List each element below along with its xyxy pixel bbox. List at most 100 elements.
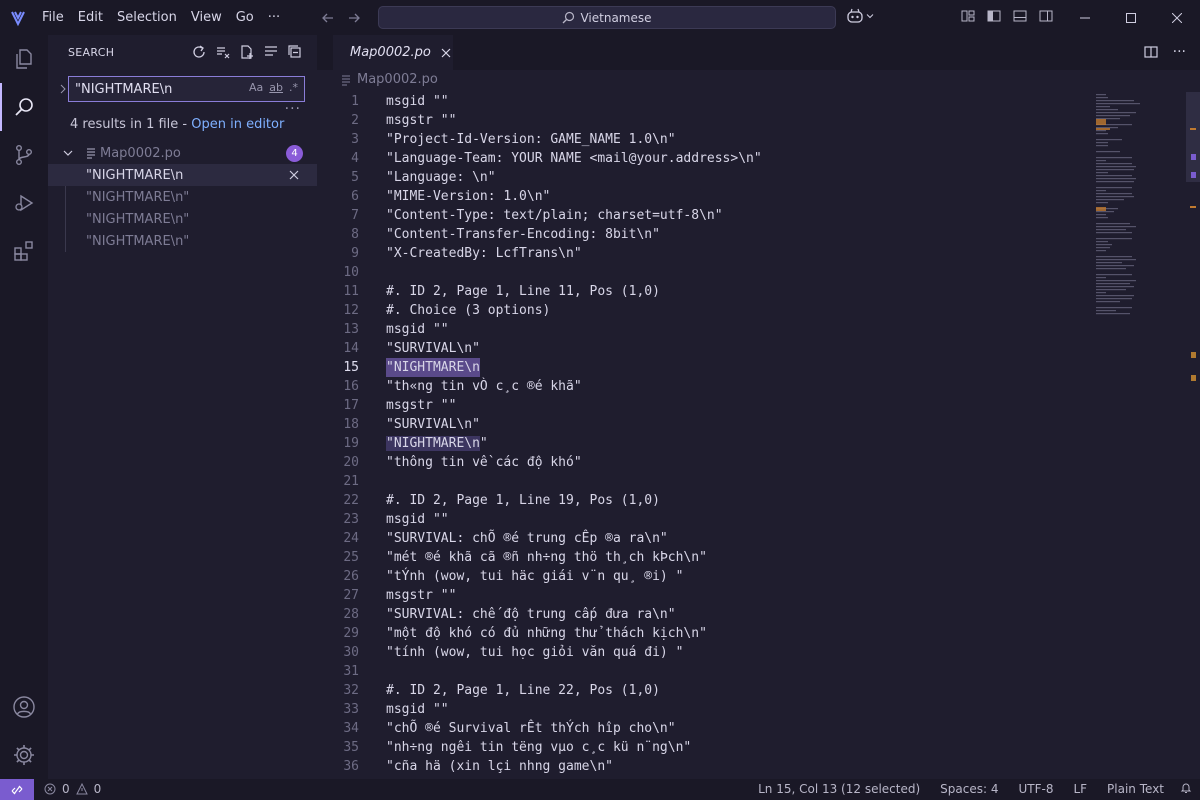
search-match-item[interactable]: "NIGHTMARE\n" xyxy=(48,230,317,252)
code-line[interactable]: 14 "SURVIVAL\n" xyxy=(317,339,1097,358)
menu-file[interactable]: File xyxy=(35,0,71,35)
code-line[interactable]: 36 "cña hä (xin lçi nhng game\n" xyxy=(317,757,1097,776)
code-line[interactable]: 28 "SURVIVAL: chế độ trung cấp đưa ra\n" xyxy=(317,605,1097,624)
more-actions-button[interactable]: ··· xyxy=(1173,44,1186,60)
code-line[interactable]: 15 "NIGHTMARE\n xyxy=(317,358,1097,377)
clear-results-icon[interactable] xyxy=(215,44,231,60)
split-editor-icon[interactable] xyxy=(1143,44,1159,60)
code-line[interactable]: 18 "SURVIVAL\n" xyxy=(317,415,1097,434)
problems-indicator[interactable]: 0 0 xyxy=(44,782,101,796)
line-number: 13 xyxy=(343,322,359,337)
code-line[interactable]: 10 xyxy=(317,263,1097,282)
code-line[interactable]: 8 "Content-Transfer-Encoding: 8bit\n" xyxy=(317,225,1097,244)
code-line[interactable]: 35 "nh÷ng ngêi tin tëng vµo c¸c kü n¨ng\n… xyxy=(317,738,1097,757)
search-match-item[interactable]: "NIGHTMARE\n" xyxy=(48,208,317,230)
menu-selection[interactable]: Selection xyxy=(110,0,184,35)
code-line[interactable]: 33 msgid "" xyxy=(317,700,1097,719)
minimize-button[interactable] xyxy=(1062,0,1108,35)
code-line[interactable]: 30 "tính (wow, tui học giỏi văn quá đi) " xyxy=(317,643,1097,662)
code-line[interactable]: 19 "NIGHTMARE\n" xyxy=(317,434,1097,453)
code-line[interactable]: 16 "th«ng tin vÒ c¸c ®é khã" xyxy=(317,377,1097,396)
search-match-item[interactable]: "NIGHTMARE\n" xyxy=(48,186,317,208)
collapse-all-icon[interactable] xyxy=(287,44,303,60)
source-control-button[interactable] xyxy=(0,131,48,179)
code-line[interactable]: 12 #. Choice (3 options) xyxy=(317,301,1097,320)
language-mode[interactable]: Plain Text xyxy=(1097,782,1174,797)
code-line[interactable]: 34 "chÕ ®é Survival rÊt thÝch hîp cho\n" xyxy=(317,719,1097,738)
tab-map0002[interactable]: Map0002.po xyxy=(333,35,453,70)
result-file-name: Map0002.po xyxy=(100,145,181,161)
code-line[interactable]: 23 msgid "" xyxy=(317,510,1097,529)
close-tab-icon[interactable] xyxy=(441,48,451,58)
forward-arrow-icon[interactable] xyxy=(346,10,362,26)
search-view-button[interactable] xyxy=(0,83,48,131)
code-line[interactable]: 13 msgid "" xyxy=(317,320,1097,339)
customize-layout-icon[interactable] xyxy=(960,8,976,24)
match-text: "NIGHTMARE\n" xyxy=(86,211,190,227)
code-line[interactable]: 24 "SURVIVAL: chÕ ®é trung cÊp ®a ra\n" xyxy=(317,529,1097,548)
toggle-primary-sidebar-icon[interactable] xyxy=(986,8,1002,24)
code-line[interactable]: 20 "thông tin về các độ khó" xyxy=(317,453,1097,472)
code-line[interactable]: 27 msgstr "" xyxy=(317,586,1097,605)
run-debug-button[interactable] xyxy=(0,179,48,227)
code-line[interactable]: 9 "X-CreatedBy: LcfTrans\n" xyxy=(317,244,1097,263)
use-regex-toggle[interactable]: .* xyxy=(289,81,298,94)
new-search-editor-icon[interactable] xyxy=(239,44,255,60)
menu-edit[interactable]: Edit xyxy=(71,0,110,35)
line-number: 23 xyxy=(343,512,359,527)
search-input[interactable]: "NIGHTMARE\n Aa ab .* xyxy=(68,76,305,102)
code-line[interactable]: 29 "một độ khó có đủ những thử thách kịch… xyxy=(317,624,1097,643)
extensions-button[interactable] xyxy=(0,227,48,275)
code-line[interactable]: 6 "MIME-Version: 1.0\n" xyxy=(317,187,1097,206)
toggle-secondary-sidebar-icon[interactable] xyxy=(1038,8,1054,24)
encoding[interactable]: UTF-8 xyxy=(1008,782,1063,797)
refresh-icon[interactable] xyxy=(191,44,207,60)
view-as-tree-icon[interactable] xyxy=(263,44,279,60)
code-line[interactable]: 1 msgid "" xyxy=(317,92,1097,111)
indentation[interactable]: Spaces: 4 xyxy=(930,782,1008,797)
open-in-editor-link[interactable]: Open in editor xyxy=(191,117,284,132)
match-case-toggle[interactable]: Aa xyxy=(249,81,263,94)
code-line[interactable]: 4 "Language-Team: YOUR NAME <mail@your.ad… xyxy=(317,149,1097,168)
cursor-position[interactable]: Ln 15, Col 13 (12 selected) xyxy=(748,782,930,797)
toggle-search-details-button[interactable]: ··· xyxy=(285,101,301,117)
code-line[interactable]: 7 "Content-Type: text/plain; charset=utf-… xyxy=(317,206,1097,225)
copilot-button[interactable] xyxy=(846,8,874,24)
accounts-button[interactable] xyxy=(0,683,48,731)
end-of-line[interactable]: LF xyxy=(1063,782,1097,797)
close-window-button[interactable] xyxy=(1154,0,1200,35)
code-line[interactable]: 32 #. ID 2, Page 1, Line 22, Pos (1,0) xyxy=(317,681,1097,700)
layout-controls xyxy=(960,8,1054,24)
scrollbar-thumb[interactable] xyxy=(1186,92,1200,182)
command-center[interactable]: Vietnamese xyxy=(378,6,836,29)
code-line[interactable]: 17 msgstr "" xyxy=(317,396,1097,415)
search-match-item[interactable]: "NIGHTMARE\n xyxy=(48,164,317,186)
manage-button[interactable] xyxy=(0,731,48,779)
maximize-button[interactable] xyxy=(1108,0,1154,35)
breadcrumb[interactable]: Map0002.po xyxy=(340,72,438,87)
menu-view[interactable]: View xyxy=(184,0,229,35)
match-whole-word-toggle[interactable]: ab xyxy=(269,81,283,94)
dismiss-match-icon[interactable] xyxy=(289,170,299,180)
toggle-panel-icon[interactable] xyxy=(1012,8,1028,24)
code-line[interactable]: 3 "Project-Id-Version: GAME_NAME 1.0\n" xyxy=(317,130,1097,149)
code-line[interactable]: 22 #. ID 2, Page 1, Line 19, Pos (1,0) xyxy=(317,491,1097,510)
code-line[interactable]: 26 "tÝnh (wow, tui häc giái v¨n qu¸ ®i) " xyxy=(317,567,1097,586)
code-line[interactable]: 5 "Language: \n" xyxy=(317,168,1097,187)
code-line[interactable]: 25 "mét ®é khã cã ®ñ nh÷ng thö th¸ch kÞch… xyxy=(317,548,1097,567)
result-file-row[interactable]: Map0002.po 4 xyxy=(48,142,317,164)
menu-more[interactable]: ··· xyxy=(261,0,287,35)
minimap[interactable] xyxy=(1090,92,1186,322)
menu-go[interactable]: Go xyxy=(229,0,261,35)
line-text: "SURVIVAL: chÕ ®é trung cÊp ®a ra\n" xyxy=(386,531,668,546)
code-line[interactable]: 21 xyxy=(317,472,1097,491)
explorer-button[interactable] xyxy=(0,35,48,83)
code-editor[interactable]: 1 msgid "" 2 msgstr "" 3 "Project-Id-Version:… xyxy=(317,92,1200,779)
code-line[interactable]: 2 msgstr "" xyxy=(317,111,1097,130)
editor-scrollbar[interactable] xyxy=(1186,92,1200,779)
back-arrow-icon[interactable] xyxy=(320,10,336,26)
code-line[interactable]: 31 xyxy=(317,662,1097,681)
notifications-button[interactable] xyxy=(1174,782,1200,797)
code-line[interactable]: 11 #. ID 2, Page 1, Line 11, Pos (1,0) xyxy=(317,282,1097,301)
remote-indicator[interactable] xyxy=(0,779,34,800)
